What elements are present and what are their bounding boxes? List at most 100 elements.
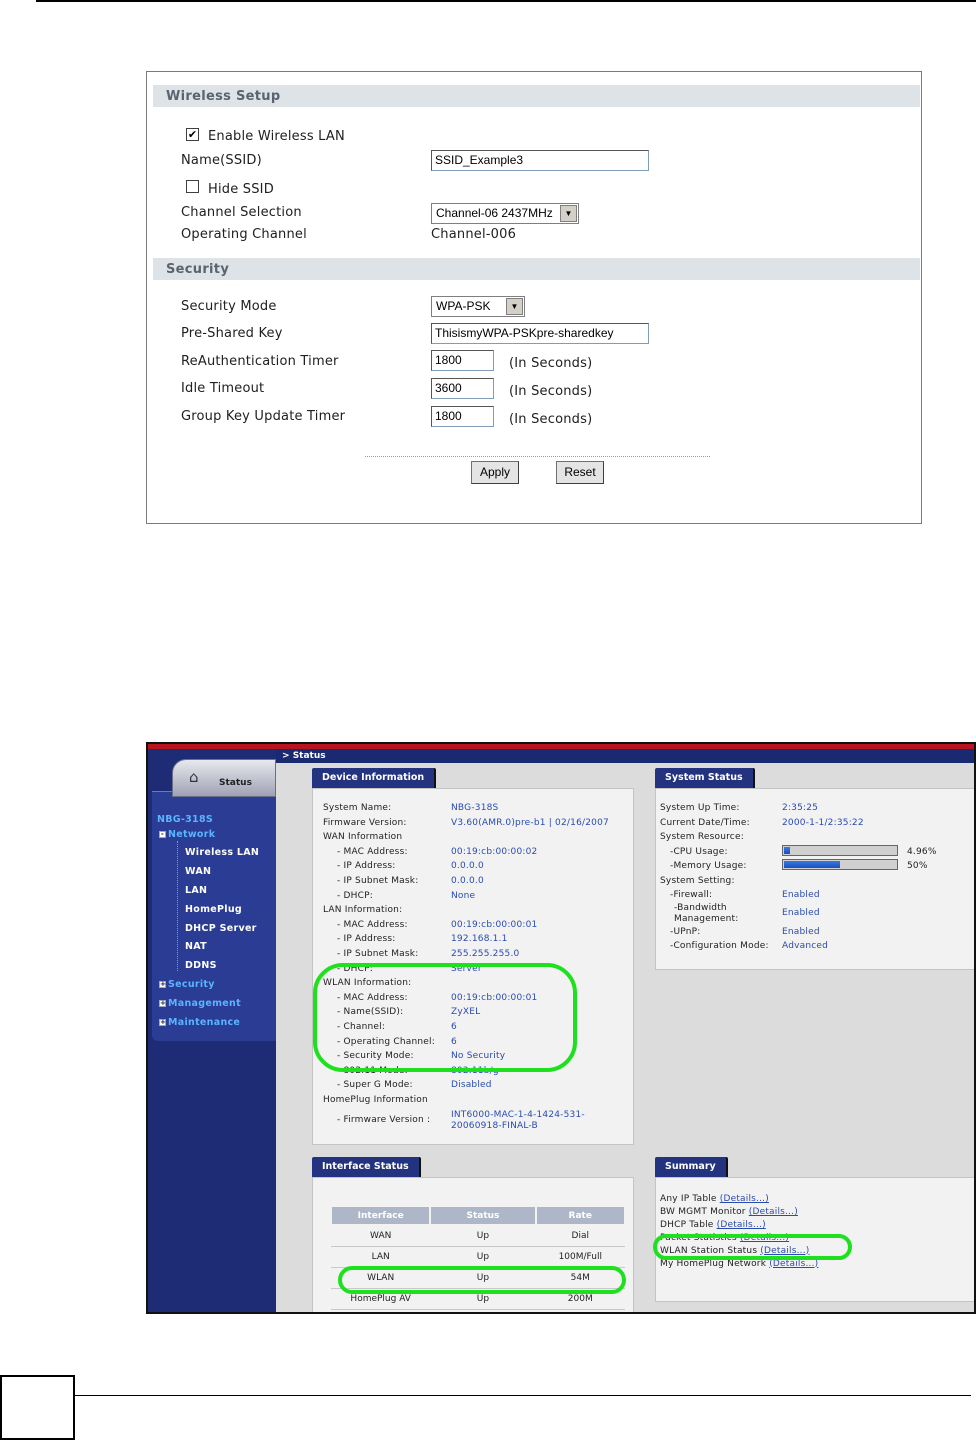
up-time-label: System Up Time: (660, 803, 740, 813)
mem-value: 50% (907, 861, 928, 871)
channel-select[interactable]: Channel-06 2437MHz ▼ (431, 203, 579, 224)
ssid-label: Name(SSID) (181, 153, 262, 168)
firewall-label: -Firewall: (670, 890, 713, 900)
details-link[interactable]: (Details...) (720, 1194, 769, 1204)
device-info-key: - IP Subnet Mask: (337, 949, 419, 959)
sidebar-item-network[interactable]: - Network (159, 829, 215, 840)
ssid-input[interactable]: SSID_Example3 (431, 150, 649, 171)
operating-channel-value: Channel-006 (431, 227, 517, 242)
device-info-tab: Device Information (312, 768, 437, 788)
reset-button[interactable]: Reset (556, 461, 604, 484)
idle-timeout-input[interactable]: 3600 (431, 378, 494, 399)
mem-usage-fill (784, 861, 840, 868)
reauth-unit: (In Seconds) (509, 356, 593, 371)
setting-label: System Setting: (660, 876, 735, 886)
cell-status: Up (430, 1225, 536, 1247)
upnp-label: -UPnP: (670, 927, 701, 937)
sidebar-item-maintenance[interactable]: + Maintenance (159, 1017, 240, 1028)
col-rate: Rate (534, 1205, 627, 1226)
wireless-setup-heading: Wireless Setup (153, 85, 920, 107)
security-mode-value: WPA-PSK (436, 299, 491, 313)
channel-select-value: Channel-06 2437MHz (436, 206, 553, 220)
upnp-value: Enabled (782, 927, 820, 937)
device-info-key: LAN Information: (323, 905, 403, 916)
details-link[interactable]: (Details...) (717, 1220, 766, 1230)
details-link[interactable]: (Details...) (740, 1233, 789, 1243)
summary-label: BW MGMT Monitor (660, 1206, 746, 1217)
enable-wireless-checkbox[interactable]: ✔ (186, 128, 199, 141)
interface-table: Interface Status Rate WAN Up Dial LAN Up… (329, 1205, 627, 1310)
device-info-key: - MAC Address: (337, 992, 408, 1003)
summary-label: Any IP Table (660, 1194, 717, 1204)
hide-ssid-checkbox[interactable] (186, 180, 199, 193)
bw-value: Enabled (782, 908, 820, 918)
device-info-key: - Name(SSID): (337, 1007, 404, 1018)
device-info-value: None (451, 890, 476, 901)
security-heading: Security (153, 258, 920, 280)
device-info-key: WLAN Information: (323, 978, 412, 989)
device-info-value: 0.0.0.0 (451, 861, 484, 872)
sidebar-item-wan[interactable]: WAN (185, 866, 211, 877)
sidebar-security-label: Security (168, 979, 215, 990)
reauth-input[interactable]: 1800 (431, 350, 494, 371)
cell-interface: LAN (331, 1246, 431, 1268)
sidebar-item-ddns[interactable]: DDNS (185, 960, 217, 971)
device-info-key: - MAC Address: (337, 919, 408, 930)
details-link[interactable]: (Details...) (760, 1246, 809, 1256)
sidebar-item-lan[interactable]: LAN (185, 885, 207, 896)
status-tab[interactable]: ⌂ Status (172, 759, 276, 797)
device-info-key: - Operating Channel: (337, 1036, 435, 1047)
cell-rate: 100M/Full (535, 1246, 625, 1268)
summary-row: WLAN Station Status (Details...) (660, 1246, 810, 1256)
device-info-key: - Security Mode: (337, 1051, 414, 1062)
expand-icon[interactable]: + (159, 1019, 166, 1026)
chevron-down-icon[interactable]: ▼ (506, 298, 523, 315)
status-tab-label: Status (219, 778, 252, 788)
sidebar-network-label: Network (168, 829, 216, 840)
security-mode-select[interactable]: WPA-PSK ▼ (431, 296, 525, 317)
wireless-setup-panel: Wireless Setup ✔ Enable Wireless LAN Nam… (146, 71, 922, 524)
table-row: WAN Up Dial (331, 1225, 625, 1247)
page-number-box (0, 1375, 75, 1440)
mem-label: -Memory Usage: (670, 861, 747, 871)
expand-icon[interactable]: + (159, 981, 166, 988)
sidebar-item-wireless-lan[interactable]: Wireless LAN (185, 847, 259, 858)
sidebar-item-management[interactable]: + Management (159, 998, 241, 1009)
details-link[interactable]: (Details...) (749, 1207, 798, 1217)
idle-timeout-label: Idle Timeout (181, 381, 265, 396)
collapse-icon[interactable]: - (159, 831, 166, 838)
breadcrumb-label: Status (292, 751, 326, 761)
sidebar-model: NBG-318S (157, 814, 214, 825)
sidebar-item-dhcp-server[interactable]: DHCP Server (185, 923, 257, 934)
group-key-unit: (In Seconds) (509, 412, 593, 427)
device-info-value: 802.11b/g (451, 1065, 499, 1076)
device-info-value: 192.168.1.1 (451, 934, 508, 945)
table-row: WLAN Up 54M (331, 1267, 625, 1289)
cell-interface: WLAN (331, 1267, 431, 1289)
cpu-value: 4.96% (907, 847, 937, 857)
group-key-input[interactable]: 1800 (431, 406, 494, 427)
summary-label: WLAN Station Status (660, 1245, 758, 1256)
cell-rate: Dial (535, 1225, 625, 1247)
details-link[interactable]: (Details...) (769, 1259, 818, 1269)
sidebar-maintenance-label: Maintenance (168, 1017, 241, 1028)
psk-input[interactable]: ThisismyWPA-PSKpre-sharedkey (431, 323, 649, 344)
idle-timeout-unit: (In Seconds) (509, 384, 593, 399)
hp-fw-label: - Firmware Version : (337, 1115, 431, 1125)
sidebar-item-homeplug[interactable]: HomePlug (185, 904, 242, 915)
bw-label-2: Management: (674, 914, 739, 924)
chevron-down-icon[interactable]: ▼ (560, 205, 577, 222)
device-info-value: No Security (451, 1051, 506, 1062)
device-info-key: - 802.11 Mode: (337, 1065, 408, 1076)
reauth-label: ReAuthentication Timer (181, 354, 339, 369)
table-row: LAN Up 100M/Full (331, 1246, 625, 1268)
apply-button[interactable]: Apply (471, 461, 519, 484)
resource-label: System Resource: (660, 832, 744, 842)
device-info-key: - DHCP: (337, 890, 373, 901)
expand-icon[interactable]: + (159, 1000, 166, 1007)
sidebar-item-nat[interactable]: NAT (185, 941, 207, 952)
sidebar-item-security[interactable]: + Security (159, 979, 215, 990)
cell-status: Up (430, 1246, 536, 1268)
device-info-value: ZyXEL (451, 1007, 481, 1018)
device-info-key: - IP Subnet Mask: (337, 876, 419, 886)
